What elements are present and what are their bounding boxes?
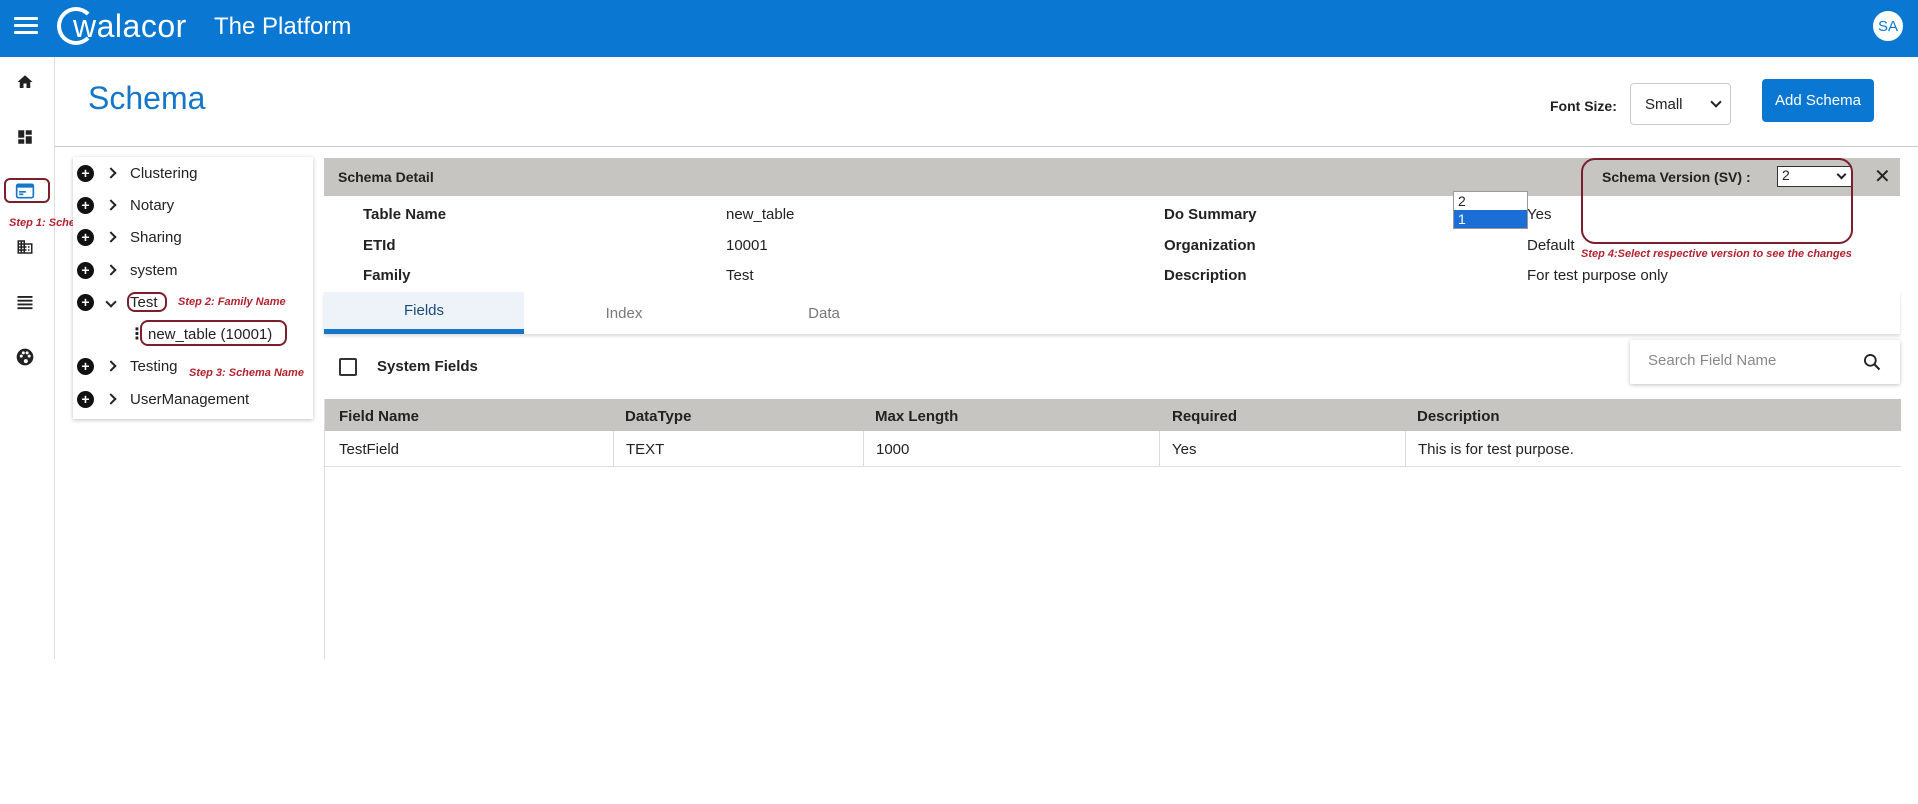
family-value: Test [726,267,754,284]
chevron-right-icon[interactable] [105,393,117,405]
column-divider [1159,431,1160,467]
schema-icon[interactable] [13,179,37,203]
add-schema-button[interactable]: Add Schema [1762,79,1874,122]
font-size-select[interactable]: Small [1630,83,1731,125]
table-header: Field Name DataType Max Length Required … [325,399,1901,431]
add-circle-icon[interactable]: + [77,228,94,246]
add-circle-icon[interactable]: + [77,390,94,408]
table-row[interactable]: TestField TEXT 1000 Yes This is for test… [325,431,1901,467]
chevron-right-icon[interactable] [105,231,117,243]
tab-fields[interactable]: Fields [324,292,524,334]
table-name-label: Table Name [363,206,447,223]
description-label: Description [1164,267,1247,284]
logo-mark [57,7,95,45]
walacor-logo[interactable]: walacor [57,6,187,46]
chevron-down-icon [1710,96,1722,108]
etid-value: 10001 [726,237,768,254]
tree-item-label: Clustering [130,164,198,182]
step4-highlight [1581,158,1853,244]
family-label: Family [363,267,411,284]
header-divider [55,146,1918,147]
search-input[interactable] [1648,352,1848,369]
font-size-value: Small [1645,95,1683,113]
cell-datatype: TEXT [626,441,665,458]
menu-icon[interactable] [14,17,38,35]
etid-label: ETId [363,237,396,254]
side-nav-rail: Step 1: Schema [0,57,91,659]
table-name-value: new_table [726,206,795,223]
step3-highlight [140,320,287,346]
tab-index[interactable]: Index [524,292,724,334]
column-header-description[interactable]: Description [1417,408,1500,425]
schema-family-tree: + Clustering + Notary + Sharing + system… [73,157,313,419]
chevron-right-icon[interactable] [105,199,117,211]
add-circle-icon[interactable]: + [77,164,94,182]
cell-max-length: 1000 [876,441,910,458]
tree-item-label: UserManagement [130,390,250,408]
app-title: The Platform [214,13,352,40]
add-circle-icon[interactable]: + [77,293,94,311]
fields-table: Field Name DataType Max Length Required … [324,399,1901,659]
column-divider [613,431,614,467]
schema-detail-title: Schema Detail [338,169,434,185]
chevron-right-icon[interactable] [105,167,117,179]
do-summary-label: Do Summary [1164,206,1257,223]
step3-annotation: Step 3: Schema Name [189,367,304,379]
version-option-2[interactable]: 2 [1454,192,1527,210]
column-divider [863,431,864,467]
chevron-right-icon[interactable] [105,360,117,372]
building-icon[interactable] [13,235,37,259]
organization-label: Organization [1164,237,1256,254]
tree-item-label: Testing [130,357,178,375]
user-avatar[interactable]: SA [1872,10,1904,42]
column-header-required[interactable]: Required [1172,408,1237,425]
search-icon[interactable] [1862,352,1882,372]
list-icon[interactable] [13,290,37,314]
chevron-down-icon[interactable] [105,296,117,308]
home-icon[interactable] [13,70,37,94]
top-app-bar: walacor The Platform SA [0,0,1918,57]
cell-description: This is for test purpose. [1418,441,1574,458]
tree-item-label: Notary [130,196,175,214]
add-circle-icon[interactable]: + [77,357,94,375]
column-header-datatype[interactable]: DataType [625,408,691,425]
column-header-field-name[interactable]: Field Name [339,408,419,425]
system-fields-label: System Fields [377,358,478,375]
do-summary-value: Yes [1527,206,1552,223]
add-circle-icon[interactable]: + [77,196,94,214]
organization-value: Default [1527,237,1575,254]
tree-item-label: system [130,261,178,279]
schema-version-dropdown: 2 1 [1453,191,1528,229]
field-search-box [1630,340,1900,384]
add-circle-icon[interactable]: + [77,261,94,279]
version-option-1[interactable]: 1 [1454,210,1527,228]
chevron-right-icon[interactable] [105,264,117,276]
tree-item-label: Sharing [130,228,182,246]
close-icon[interactable]: ✕ [1874,164,1891,189]
tab-data[interactable]: Data [724,292,924,334]
step4-annotation: Step 4:Select respective version to see … [1581,248,1852,260]
page-title: Schema [88,80,206,116]
cell-field-name: TestField [339,441,400,458]
font-size-label: Font Size: [1550,98,1617,114]
dashboard-icon[interactable] [13,125,37,149]
step2-highlight [127,292,167,312]
detail-tabs: Fields Index Data [324,292,1900,334]
column-header-max-length[interactable]: Max Length [875,408,958,425]
system-fields-checkbox[interactable] [339,358,357,376]
description-value: For test purpose only [1527,267,1668,284]
step2-annotation: Step 2: Family Name [178,296,286,308]
cell-required: Yes [1172,441,1197,458]
palette-icon[interactable] [13,345,37,369]
column-divider [1405,431,1406,467]
